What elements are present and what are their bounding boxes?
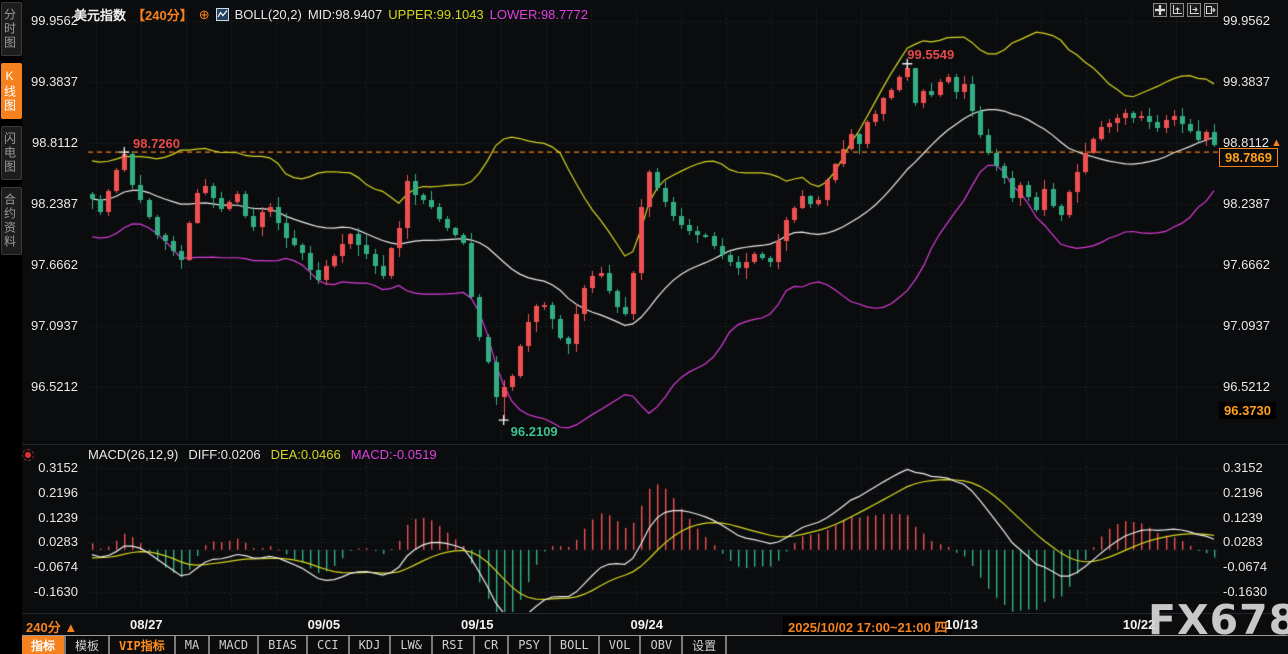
chart-tools	[1153, 3, 1218, 17]
chart-header: 美元指数 【240分】 ⊕ BOLL(20,2) MID:98.9407 UPP…	[74, 5, 588, 24]
macd-dea-value: DEA:0.0466	[271, 447, 341, 462]
toolbar-item-template[interactable]: 模板	[66, 636, 108, 654]
circled-cross-icon[interactable]: ⊕	[199, 8, 210, 21]
timeframe-label[interactable]: 【240分】	[132, 5, 193, 24]
main-y-axis-label-right: 97.6662	[1223, 257, 1279, 272]
toolbar-item-bias[interactable]: BIAS	[259, 636, 306, 654]
main-y-axis-label-left: 97.0937	[22, 318, 78, 333]
sidebar-item-kline-chart[interactable]: K线图	[1, 63, 22, 119]
macd-y-axis-label-left: 0.2196	[22, 485, 78, 500]
macd-macd-value: MACD:-0.0519	[351, 447, 437, 462]
boll-params-label: BOLL(20,2)	[235, 7, 302, 22]
macd-y-axis-label-right: 0.1239	[1223, 510, 1279, 525]
period-arrow-icon: ▲	[64, 620, 77, 635]
macd-y-axis-label-right: 0.3152	[1223, 460, 1279, 475]
toolbar-item-rsi[interactable]: RSI	[433, 636, 473, 654]
macd-y-axis-label-left: 0.0283	[22, 534, 78, 549]
pane-divider	[22, 444, 1288, 445]
last-price-tag: 98.7869	[1219, 148, 1278, 167]
high-price-tag: 99.5549	[907, 47, 954, 62]
main-y-axis-label-left: 96.5212	[22, 379, 78, 394]
move-icon	[1155, 5, 1165, 15]
ref-price-tag: 98.7260	[133, 136, 180, 151]
boll-lower-value: LOWER:98.7772	[490, 7, 588, 22]
toolbar-item-ma[interactable]: MA	[176, 636, 208, 654]
sidebar: 分时图 K线图闪电图合约资料	[0, 0, 22, 654]
macd-y-axis-label-right: 0.2196	[1223, 485, 1279, 500]
toolbar-item-obv[interactable]: OBV	[641, 636, 681, 654]
mini-chart-icon	[216, 8, 229, 21]
symbol-title: 美元指数	[74, 5, 126, 24]
toolbar-item-vol[interactable]: VOL	[600, 636, 640, 654]
axis-fit-vertical-icon	[1172, 5, 1182, 15]
main-y-axis-label-left: 97.6662	[22, 257, 78, 272]
macd-y-axis-label-right: 0.0283	[1223, 534, 1279, 549]
toolbar-item-macd[interactable]: MACD	[210, 636, 257, 654]
axis-fit-horizontal-button[interactable]	[1187, 3, 1201, 17]
axis-fit-horizontal-icon	[1189, 5, 1199, 15]
macd-diff-value: DIFF:0.0206	[188, 447, 260, 462]
main-y-axis-label-right: 96.5212	[1223, 379, 1279, 394]
last-price-arrow-icon: ▲	[1271, 137, 1282, 149]
main-y-axis-label-right: 97.0937	[1223, 318, 1279, 333]
toolbar-item-settings[interactable]: 设置	[683, 636, 725, 654]
pan-right-icon	[1206, 5, 1216, 15]
x-axis-date-label: 10/13	[945, 617, 978, 632]
date-axis: 240分 ▲ 2025/10/02 17:00~21:00 四 08/27 09/…	[22, 614, 1288, 635]
watermark: FX678	[1148, 596, 1288, 644]
macd-header: MACD(26,12,9) DIFF:0.0206 DEA:0.0466 MAC…	[88, 447, 437, 462]
toolbar-item-psy[interactable]: PSY	[509, 636, 549, 654]
band-low-tag: 96.3730	[1219, 402, 1276, 419]
macd-y-axis-label-left: -0.0674	[22, 559, 78, 574]
toolbar-item-kdj[interactable]: KDJ	[350, 636, 390, 654]
main-y-axis-label-left: 98.2387	[22, 196, 78, 211]
toolbar-item-vip-indicator[interactable]: VIP指标	[110, 636, 174, 654]
macd-y-axis-label-left: -0.1630	[22, 584, 78, 599]
x-axis-date-label: 09/24	[630, 617, 663, 632]
toolbar-item-cci[interactable]: CCI	[308, 636, 348, 654]
macd-params-label: MACD(26,12,9)	[88, 447, 178, 462]
period-selector[interactable]: 240分 ▲	[26, 617, 77, 636]
main-y-axis-label-right: 98.2387	[1223, 196, 1279, 211]
macd-y-axis-label-right: -0.0674	[1223, 559, 1279, 574]
main-y-axis-label-left: 99.3837	[22, 74, 78, 89]
macd-y-axis-label-left: 0.3152	[22, 460, 78, 475]
toolbar-item-indicator[interactable]: 指标	[22, 636, 64, 654]
toolbar-item-lw[interactable]: LW&	[391, 636, 431, 654]
boll-mid-value: MID:98.9407	[308, 7, 382, 22]
sidebar-item-flash-chart[interactable]: 闪电图	[1, 126, 22, 180]
sidebar-item-time-chart[interactable]: 分时图	[1, 2, 22, 56]
macd-y-axis-label-left: 0.1239	[22, 510, 78, 525]
axis-fit-vertical-button[interactable]	[1170, 3, 1184, 17]
trading-app-window: 分时图 K线图闪电图合约资料 美元指数 【240分】 ⊕ BOLL(20,2) M…	[0, 0, 1288, 654]
low-price-tag: 96.2109	[511, 424, 558, 439]
pan-right-button[interactable]	[1204, 3, 1218, 17]
x-axis-date-label: 09/15	[461, 617, 494, 632]
toolbar-item-boll[interactable]: BOLL	[551, 636, 598, 654]
crosshair-time-label: 2025/10/02 17:00~21:00 四	[783, 616, 952, 637]
indicator-toolbar: 指标模板VIP指标MAMACDBIASCCIKDJLW&RSICRPSYBOLL…	[22, 635, 1288, 654]
main-y-axis-label-left: 99.9562	[22, 13, 78, 28]
toolbar-item-cr[interactable]: CR	[475, 636, 507, 654]
main-y-axis-label-right: 99.9562	[1223, 13, 1279, 28]
main-y-axis-label-left: 98.8112	[22, 135, 78, 150]
x-axis-date-label: 09/05	[308, 617, 341, 632]
main-chart-canvas[interactable]	[0, 0, 1288, 614]
x-axis-date-label: 08/27	[130, 617, 163, 632]
move-button[interactable]	[1153, 3, 1167, 17]
boll-upper-value: UPPER:99.1043	[388, 7, 483, 22]
main-y-axis-label-right: 99.3837	[1223, 74, 1279, 89]
sidebar-item-contract-info[interactable]: 合约资料	[1, 187, 22, 255]
